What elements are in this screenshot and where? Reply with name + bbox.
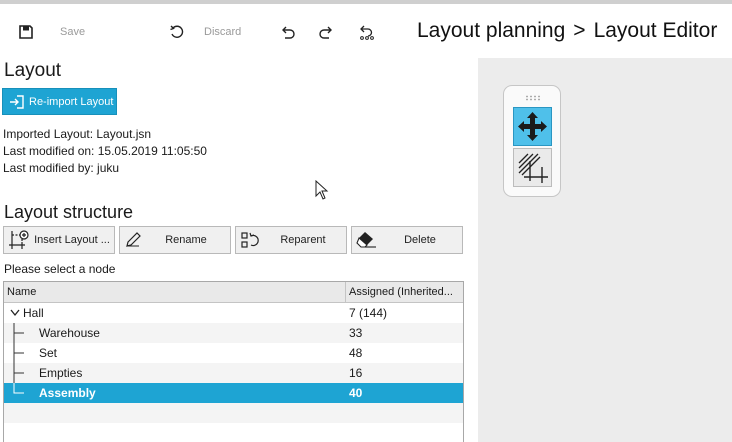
reparent-icon <box>241 232 259 248</box>
reparent-button[interactable]: Reparent <box>235 226 347 254</box>
crop-icon <box>518 153 548 183</box>
tree-row-name: Warehouse <box>39 326 100 340</box>
layout-structure-heading: Layout structure <box>4 202 134 222</box>
undo-icon <box>282 26 295 39</box>
tree-row[interactable]: Set 48 <box>4 343 463 363</box>
redo-icon <box>319 26 332 39</box>
tree-row-value: 48 <box>349 346 363 360</box>
column-name-header[interactable]: Name <box>7 286 36 298</box>
tree-row-value: 16 <box>349 366 363 380</box>
tree-branch-line <box>13 383 24 394</box>
top-border <box>0 0 732 4</box>
layout-tree[interactable]: Name Assigned (Inherited... Hall 7 (144)… <box>3 281 464 442</box>
tree-row-value: 40 <box>349 386 363 400</box>
tree-row-value: 7 (144) <box>349 306 388 320</box>
chevron-down-icon[interactable] <box>10 309 20 317</box>
rename-label: Rename <box>165 234 207 246</box>
pencil-icon <box>126 232 141 247</box>
delete-button[interactable]: Delete <box>351 226 463 254</box>
select-node-hint: Please select a node <box>4 262 116 276</box>
tool-palette[interactable] <box>503 85 561 197</box>
tree-row-name: Empties <box>39 366 83 380</box>
reimport-label: Re-import Layout <box>29 95 114 108</box>
rename-button[interactable]: Rename <box>119 226 231 254</box>
save-button[interactable]: Save <box>18 20 85 44</box>
insert-node-icon <box>9 230 29 249</box>
history-button[interactable] <box>358 20 376 44</box>
save-icon <box>19 25 33 39</box>
breadcrumb-parent[interactable]: Layout planning <box>417 19 565 42</box>
tree-branch-line <box>13 363 24 383</box>
imported-layout-text: Imported Layout: Layout.jsn <box>3 127 152 141</box>
mouse-cursor-icon <box>315 180 329 200</box>
last-modified-by-text: Last modified by: juku <box>3 161 120 175</box>
discard-icon <box>170 25 184 38</box>
breadcrumb: Layout planning > Layout Editor <box>417 19 717 43</box>
tree-branch-line <box>13 323 24 343</box>
undo-button[interactable] <box>280 20 296 44</box>
move-tool-button[interactable] <box>513 107 552 146</box>
tree-row[interactable]: Warehouse 33 <box>4 323 463 343</box>
column-assigned-header[interactable]: Assigned (Inherited... <box>349 286 453 298</box>
insert-layout-label: Insert Layout ... <box>34 234 110 246</box>
eraser-icon <box>356 232 376 248</box>
redo-button[interactable] <box>318 20 334 44</box>
tree-row-name: Set <box>39 346 58 360</box>
insert-layout-button[interactable]: Insert Layout ... <box>3 226 115 254</box>
save-label: Save <box>60 26 86 38</box>
drag-handle-icon[interactable] <box>525 95 541 101</box>
tree-row-value: 33 <box>349 326 363 340</box>
layout-heading: Layout <box>4 60 62 81</box>
import-icon <box>10 94 24 109</box>
tree-row[interactable]: Hall 7 (144) <box>4 303 463 323</box>
tree-branch-line <box>13 343 24 363</box>
tree-row-name: Assembly <box>39 386 96 400</box>
discard-button[interactable]: Discard <box>169 20 241 44</box>
tree-row-name: Hall <box>23 306 44 320</box>
tree-row[interactable]: Empties 16 <box>4 363 463 383</box>
move-icon <box>518 112 547 141</box>
reimport-layout-button[interactable]: Re-import Layout <box>2 88 117 115</box>
crop-tool-button[interactable] <box>513 148 552 187</box>
column-divider[interactable] <box>345 282 346 302</box>
breadcrumb-separator: > <box>573 19 586 42</box>
tree-header: Name Assigned (Inherited... <box>4 282 463 303</box>
reparent-label: Reparent <box>280 234 326 246</box>
last-modified-on-text: Last modified on: 15.05.2019 11:05:50 <box>3 144 207 158</box>
breadcrumb-current: Layout Editor <box>593 19 718 42</box>
discard-label: Discard <box>204 26 242 38</box>
tree-row-selected[interactable]: Assembly 40 <box>4 383 463 403</box>
tree-row-empty <box>4 403 463 423</box>
history-icon <box>360 25 374 40</box>
delete-label: Delete <box>404 234 436 246</box>
